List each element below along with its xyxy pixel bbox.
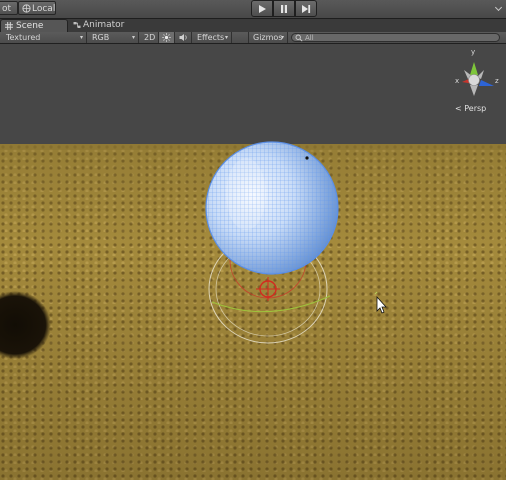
pause-button[interactable]: [273, 0, 295, 17]
projection-toggle[interactable]: < Persp: [455, 104, 486, 113]
dropdown-arrow-icon: ▾: [79, 34, 83, 41]
search-placeholder: All: [305, 34, 314, 42]
gizmos-label: Gizmos: [253, 33, 283, 42]
tab-animator[interactable]: Animator: [70, 19, 134, 32]
scene-orientation-gizmo[interactable]: [462, 62, 494, 96]
scene-grid-icon: [5, 22, 13, 30]
gizmo-axis-y-label: y: [471, 48, 476, 56]
pause-icon: [281, 4, 287, 13]
gizmos-dropdown[interactable]: Gizmos ▾: [248, 32, 288, 43]
local-toggle-label: Local: [32, 4, 56, 14]
object-shadow: [0, 291, 51, 359]
draw-mode-label: Textured: [6, 33, 41, 42]
tab-animator-label: Animator: [83, 20, 125, 30]
effects-dropdown[interactable]: Effects ▾: [192, 32, 232, 43]
gizmo-axis-z-label: z: [495, 77, 499, 85]
scene-view-toolbar: Textured ▾ RGB ▾ 2D Effects ▾ Gizmos ▾ A…: [0, 32, 506, 44]
toggle-2d-label: 2D: [144, 33, 156, 42]
dropdown-arrow-icon: ▾: [131, 34, 135, 41]
play-button[interactable]: [251, 0, 273, 17]
chevron-left-icon: <: [455, 104, 462, 113]
tab-scene[interactable]: Scene: [0, 19, 68, 32]
pivot-toggle-button[interactable]: ot: [0, 1, 18, 15]
gizmo-axis-x-label: x: [455, 77, 460, 85]
lighting-toggle-button[interactable]: [159, 32, 175, 43]
sphere-object[interactable]: [205, 141, 339, 275]
dropdown-arrow-icon: ▾: [280, 34, 284, 41]
step-button[interactable]: [295, 0, 317, 17]
pivot-toggle-label: ot: [2, 4, 12, 14]
editor-tab-strip: Scene Animator: [0, 19, 506, 32]
playback-controls: [251, 0, 317, 17]
render-mode-label: RGB: [92, 33, 110, 42]
render-mode-dropdown[interactable]: RGB ▾: [87, 32, 139, 43]
audio-toggle-button[interactable]: [175, 32, 192, 43]
speaker-icon: [179, 34, 187, 41]
scene-viewport[interactable]: y x z < Persp: [0, 44, 506, 480]
search-icon: [295, 34, 303, 42]
animator-icon: [73, 21, 81, 29]
scene-search-input[interactable]: All: [291, 33, 500, 42]
sun-icon: [162, 33, 171, 42]
draw-mode-dropdown[interactable]: Textured ▾: [0, 32, 87, 43]
local-toggle-button[interactable]: Local: [18, 1, 56, 15]
mouse-cursor-icon: [376, 295, 387, 314]
globe-icon: [22, 4, 31, 18]
play-icon: [259, 4, 266, 13]
main-toolbar: ot Local: [0, 0, 506, 19]
step-icon: [302, 4, 311, 13]
dropdown-arrow-icon: ▾: [224, 34, 228, 41]
chevron-down-icon[interactable]: [494, 3, 503, 12]
projection-label: Persp: [464, 104, 487, 113]
effects-label: Effects: [197, 33, 225, 42]
toggle-2d-button[interactable]: 2D: [139, 32, 159, 43]
scene-objects-layer: [0, 62, 506, 359]
